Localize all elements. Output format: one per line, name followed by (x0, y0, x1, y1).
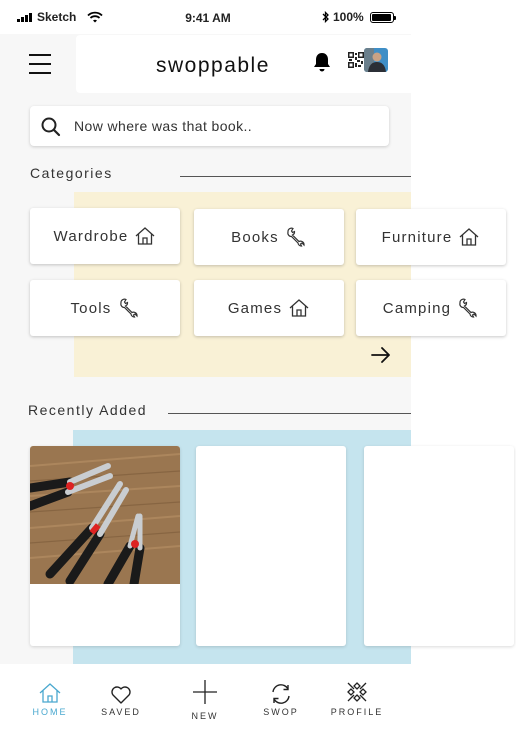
profile-pattern-icon (347, 682, 367, 702)
category-furniture[interactable]: Furniture (356, 209, 506, 265)
recent-item-card[interactable] (196, 446, 346, 646)
nav-new[interactable]: NEW (170, 664, 240, 731)
house-icon (289, 299, 309, 317)
app-title: swoppable (156, 54, 270, 77)
house-icon (459, 228, 479, 246)
categories-heading: Categories (30, 165, 113, 181)
category-camping[interactable]: Camping (356, 280, 506, 336)
nav-label: HOME (32, 707, 68, 717)
item-photo-pliers (30, 446, 180, 584)
status-bar: Sketch 9:41 AM 100% (0, 0, 411, 34)
bell-icon[interactable] (312, 51, 332, 73)
arrow-right-icon[interactable] (371, 346, 391, 364)
recent-item-card[interactable] (364, 446, 514, 646)
category-label: Tools (70, 299, 112, 317)
header-bar: swoppable (76, 35, 416, 93)
status-right: 100% (322, 10, 396, 24)
house-icon (39, 683, 61, 703)
nav-label: SAVED (101, 707, 141, 717)
bottom-nav: HOME SAVED NEW SWOP PROFILE (0, 664, 411, 731)
avatar[interactable] (364, 48, 388, 72)
nav-swop[interactable]: SWOP (246, 664, 316, 731)
category-games[interactable]: Games (194, 280, 344, 336)
category-label: Books (231, 228, 279, 246)
qr-code-icon[interactable] (348, 52, 364, 68)
plus-icon (193, 680, 217, 704)
recent-heading: Recently Added (28, 402, 148, 418)
wrench-icon (459, 298, 477, 318)
category-wardrobe[interactable]: Wardrobe (30, 208, 180, 264)
category-label: Camping (382, 299, 452, 317)
search-input[interactable] (74, 115, 374, 137)
category-label: Games (227, 299, 283, 317)
wrench-icon (287, 227, 305, 247)
nav-label: SWOP (263, 707, 299, 717)
menu-icon[interactable] (29, 54, 51, 74)
search-bar (30, 106, 389, 146)
nav-home[interactable]: HOME (15, 664, 85, 731)
swap-arrows-icon (272, 684, 290, 704)
categories-divider (180, 176, 411, 177)
search-icon (41, 117, 61, 137)
nav-saved[interactable]: SAVED (86, 664, 156, 731)
category-tools[interactable]: Tools (30, 280, 180, 336)
wrench-icon (119, 298, 138, 318)
nav-label: NEW (191, 711, 219, 721)
house-icon (136, 227, 155, 245)
recent-item-card[interactable] (30, 446, 180, 646)
phone-screen: Sketch 9:41 AM 100% swoppable Now where … (0, 0, 506, 731)
category-label: Wardrobe (53, 227, 129, 245)
bluetooth-icon (322, 11, 329, 23)
recent-divider (168, 413, 411, 414)
category-books[interactable]: Books (194, 209, 344, 265)
battery-icon (369, 11, 396, 23)
nav-label: PROFILE (330, 707, 384, 717)
heart-icon (111, 686, 131, 704)
battery-percent: 100% (333, 10, 364, 24)
category-label: Furniture (381, 228, 453, 246)
nav-profile[interactable]: PROFILE (322, 664, 392, 731)
